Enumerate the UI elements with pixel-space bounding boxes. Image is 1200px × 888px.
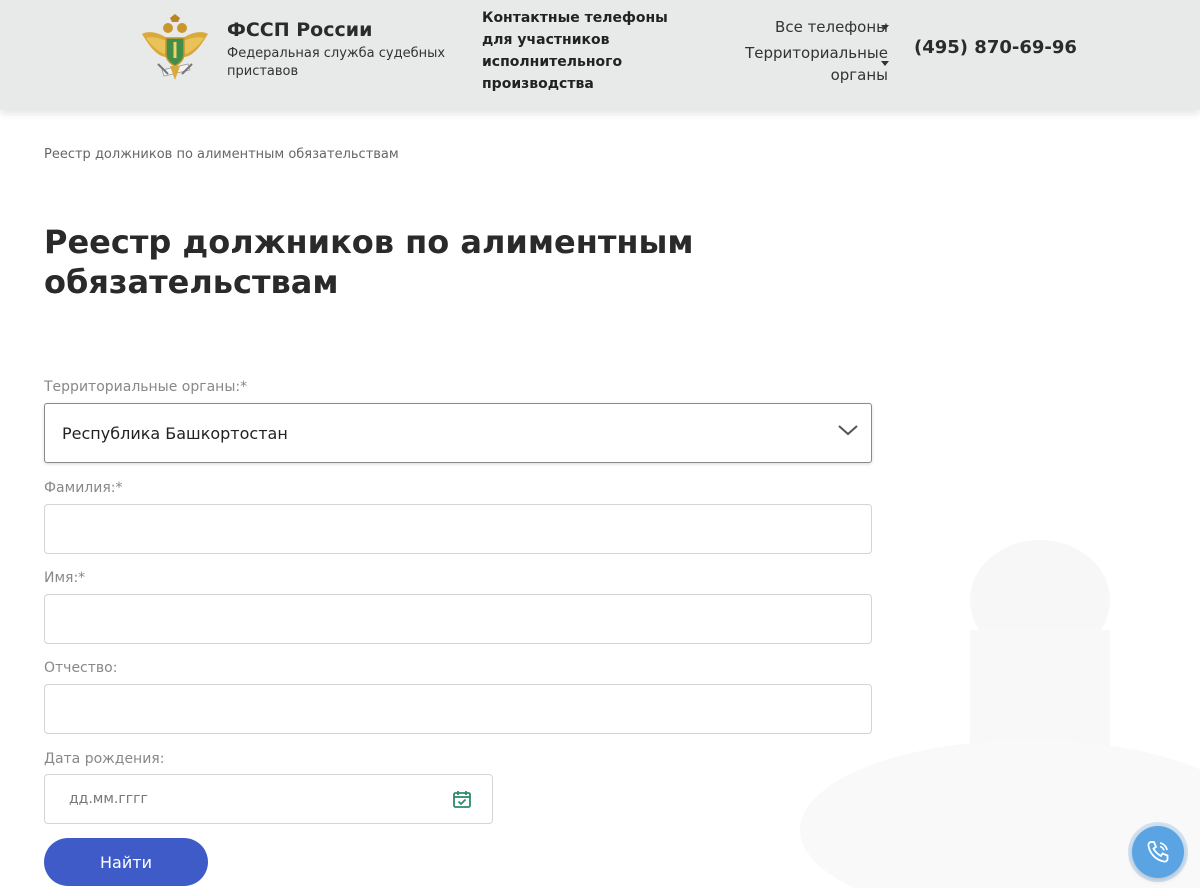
birthdate-label: Дата рождения: bbox=[44, 751, 165, 767]
territorial-select[interactable]: Республика Башкортостан bbox=[44, 403, 872, 463]
name-label: Имя:* bbox=[44, 570, 86, 586]
page-title: Реестр должников по алиментным обязатель… bbox=[44, 223, 694, 301]
surname-label: Фамилия:* bbox=[44, 480, 123, 496]
territorial-label: Территориальные органы:* bbox=[44, 379, 248, 395]
contacts-heading: Контактные телефоны для участников испол… bbox=[482, 10, 668, 92]
breadcrumb: Реестр должников по алиментным обязатель… bbox=[44, 147, 399, 162]
name-input[interactable] bbox=[44, 594, 872, 644]
patronymic-input[interactable] bbox=[44, 684, 872, 734]
site-header: ФССП России Федеральная служба судебных … bbox=[0, 0, 1200, 110]
brand-subtitle: Федеральная служба судебных приставов bbox=[227, 46, 446, 79]
surname-input[interactable] bbox=[44, 504, 872, 554]
chevron-down-icon bbox=[838, 425, 858, 436]
all-phones-link[interactable]: Все телефоны bbox=[775, 16, 888, 38]
callback-button[interactable] bbox=[1132, 826, 1184, 878]
caret-down-icon[interactable] bbox=[881, 25, 889, 30]
calendar-check-icon[interactable] bbox=[452, 789, 472, 809]
hotline-phone[interactable]: (495) 870-69-96 bbox=[914, 37, 1077, 58]
caret-down-icon[interactable] bbox=[881, 61, 889, 66]
fssp-emblem-icon[interactable] bbox=[140, 14, 210, 86]
birthdate-field[interactable] bbox=[44, 774, 493, 824]
territorial-select-value: Республика Башкортостан bbox=[62, 424, 288, 443]
territorial-organs-link[interactable]: Территориальные органы bbox=[738, 42, 888, 86]
birthdate-input[interactable] bbox=[45, 775, 425, 823]
patronymic-label: Отчество: bbox=[44, 660, 118, 676]
brand-title[interactable]: ФССП России bbox=[227, 19, 372, 41]
phone-call-icon bbox=[1147, 841, 1169, 863]
search-button[interactable]: Найти bbox=[44, 838, 208, 886]
